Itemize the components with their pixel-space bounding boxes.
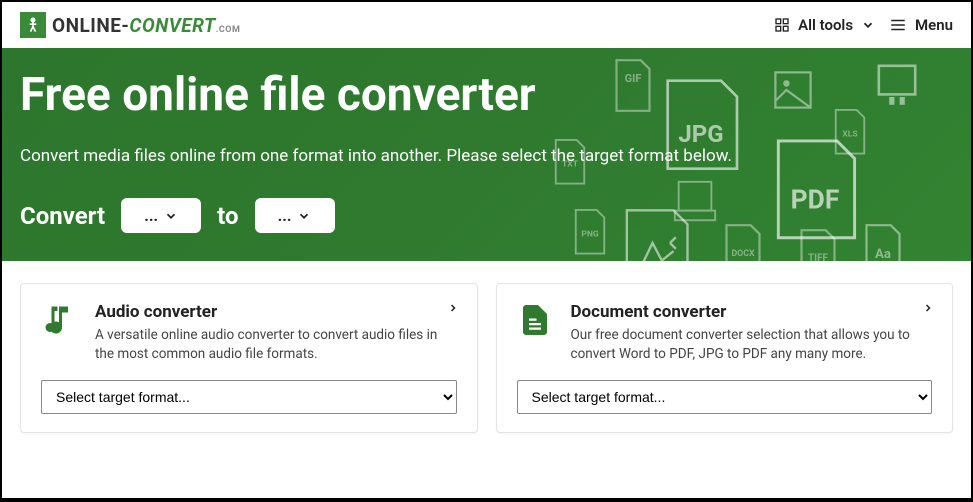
logo-icon (20, 12, 46, 38)
header: ONLINE-CONVERT.COM All tools Menu (2, 2, 971, 48)
svg-text:DOCX: DOCX (731, 249, 755, 259)
chevron-down-icon (164, 209, 178, 223)
card-title: Audio converter (95, 302, 457, 322)
all-tools-label: All tools (798, 16, 853, 34)
svg-text:Aa: Aa (875, 247, 891, 261)
audio-target-format-select[interactable]: Select target format... (41, 380, 457, 414)
svg-text:XLS: XLS (842, 130, 857, 140)
logo[interactable]: ONLINE-CONVERT.COM (20, 12, 240, 38)
grid-icon (774, 17, 790, 33)
card-title: Document converter (571, 302, 933, 322)
converter-cards: Audio converter A versatile online audio… (2, 261, 971, 433)
convert-label: Convert (20, 202, 105, 230)
convert-to-select[interactable]: ... (255, 198, 335, 233)
logo-text: ONLINE-CONVERT.COM (52, 14, 240, 37)
convert-from-value: ... (144, 206, 158, 225)
all-tools-menu[interactable]: All tools (774, 16, 875, 34)
document-converter-card[interactable]: Document converter Our free document con… (496, 283, 954, 433)
hero: GIF JPG XLS TXT PDF PNG DOCX TIFF Aa Fre… (2, 48, 971, 261)
convert-row: Convert ... to ... (20, 198, 953, 233)
menu-button[interactable]: Menu (889, 16, 953, 34)
svg-text:TIFF: TIFF (808, 253, 828, 261)
card-desc: A versatile online audio converter to co… (95, 326, 457, 364)
svg-text:JPG: JPG (678, 120, 723, 148)
chevron-down-icon (861, 18, 875, 32)
music-icon (41, 302, 77, 338)
hero-title: Free online file converter (20, 68, 953, 122)
hero-subtitle: Convert media files online from one form… (20, 146, 953, 166)
audio-converter-card[interactable]: Audio converter A versatile online audio… (20, 283, 478, 433)
document-icon (517, 302, 553, 338)
convert-to-value: ... (278, 206, 292, 225)
to-label: to (217, 202, 238, 230)
chevron-down-icon (297, 209, 311, 223)
convert-from-select[interactable]: ... (121, 198, 201, 233)
chevron-right-icon (447, 302, 459, 314)
hamburger-icon (889, 16, 907, 34)
document-target-format-select[interactable]: Select target format... (517, 380, 933, 414)
chevron-right-icon (922, 302, 934, 314)
menu-label: Menu (915, 16, 953, 34)
card-desc: Our free document converter selection th… (571, 326, 933, 364)
